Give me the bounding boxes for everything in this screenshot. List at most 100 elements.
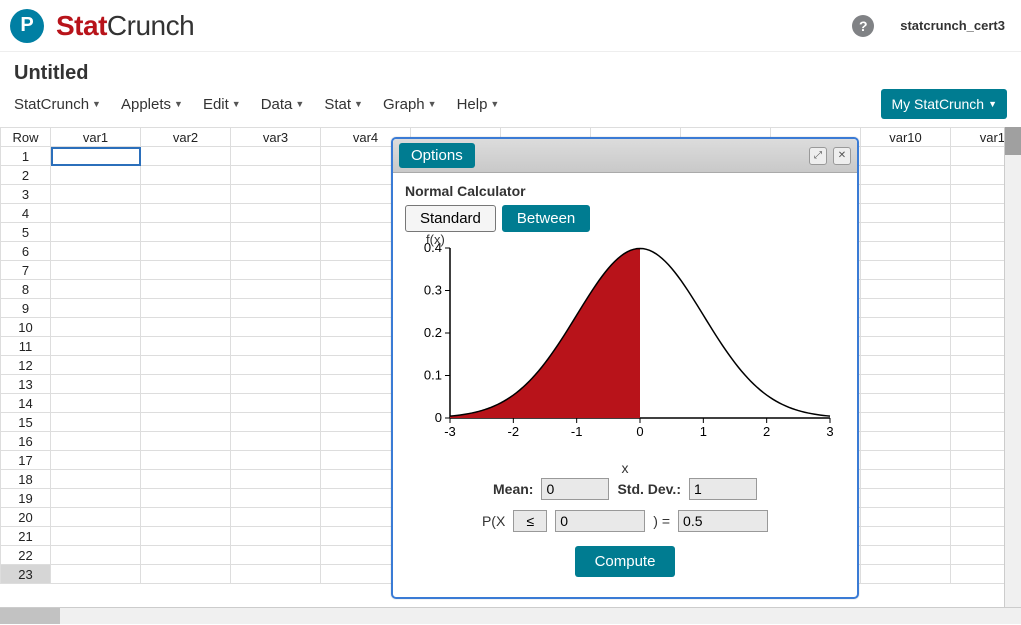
row-number[interactable]: 22 [1, 546, 51, 565]
row-number[interactable]: 3 [1, 185, 51, 204]
cell[interactable] [861, 470, 951, 489]
cell[interactable] [861, 299, 951, 318]
cell[interactable] [861, 204, 951, 223]
menu-edit[interactable]: Edit▼ [203, 96, 241, 113]
cell[interactable] [861, 489, 951, 508]
cell[interactable] [861, 223, 951, 242]
options-button[interactable]: Options [399, 143, 475, 168]
cell[interactable] [51, 318, 141, 337]
cell[interactable] [141, 204, 231, 223]
tab-between[interactable]: Between [502, 205, 590, 232]
cell[interactable] [861, 565, 951, 584]
column-header[interactable]: var2 [141, 128, 231, 147]
cell[interactable] [231, 527, 321, 546]
cell[interactable] [231, 280, 321, 299]
cell[interactable] [51, 451, 141, 470]
cell[interactable] [141, 565, 231, 584]
row-number[interactable]: 21 [1, 527, 51, 546]
cell[interactable] [861, 242, 951, 261]
row-number[interactable]: 13 [1, 375, 51, 394]
expand-icon[interactable]: ⤢ [809, 147, 827, 165]
cell[interactable] [51, 261, 141, 280]
cell[interactable] [231, 432, 321, 451]
cell[interactable] [51, 185, 141, 204]
horizontal-scrollbar[interactable] [0, 607, 1021, 624]
comparison-operator-input[interactable] [513, 510, 547, 532]
cell[interactable] [231, 318, 321, 337]
cell[interactable] [861, 432, 951, 451]
cell[interactable] [51, 489, 141, 508]
cell[interactable] [141, 527, 231, 546]
std-input[interactable] [689, 478, 757, 500]
menu-applets[interactable]: Applets▼ [121, 96, 183, 113]
cell[interactable] [231, 299, 321, 318]
cell[interactable] [141, 147, 231, 166]
cell[interactable] [141, 413, 231, 432]
row-number[interactable]: 14 [1, 394, 51, 413]
cell[interactable] [231, 470, 321, 489]
cell[interactable] [231, 413, 321, 432]
cell[interactable] [51, 394, 141, 413]
cell[interactable] [51, 375, 141, 394]
scrollbar-thumb[interactable] [1005, 127, 1021, 155]
row-number[interactable]: 16 [1, 432, 51, 451]
cell[interactable] [51, 204, 141, 223]
cell[interactable] [51, 470, 141, 489]
cell[interactable] [51, 299, 141, 318]
cell[interactable] [141, 280, 231, 299]
cell[interactable] [51, 280, 141, 299]
cell[interactable] [51, 166, 141, 185]
column-header[interactable]: var10 [861, 128, 951, 147]
cell[interactable] [861, 185, 951, 204]
cell[interactable] [141, 223, 231, 242]
cell[interactable] [231, 356, 321, 375]
cell[interactable] [861, 375, 951, 394]
cell[interactable] [141, 432, 231, 451]
cell[interactable] [231, 223, 321, 242]
compute-button[interactable]: Compute [575, 546, 676, 577]
cell[interactable] [51, 223, 141, 242]
cell[interactable] [861, 451, 951, 470]
vertical-scrollbar[interactable] [1004, 127, 1021, 607]
row-number[interactable]: 1 [1, 147, 51, 166]
cell[interactable] [141, 318, 231, 337]
cell[interactable] [51, 242, 141, 261]
cell[interactable] [231, 242, 321, 261]
tab-standard[interactable]: Standard [405, 205, 496, 232]
cell[interactable] [231, 508, 321, 527]
cell[interactable] [861, 147, 951, 166]
probability-input[interactable] [678, 510, 768, 532]
cell[interactable] [51, 546, 141, 565]
cell[interactable] [141, 394, 231, 413]
row-number[interactable]: 8 [1, 280, 51, 299]
cell[interactable] [51, 527, 141, 546]
cell[interactable] [861, 356, 951, 375]
x-value-input[interactable] [555, 510, 645, 532]
cell[interactable] [51, 508, 141, 527]
cell[interactable] [861, 337, 951, 356]
row-number[interactable]: 23 [1, 565, 51, 584]
row-number[interactable]: 7 [1, 261, 51, 280]
cell[interactable] [141, 185, 231, 204]
cell[interactable] [231, 204, 321, 223]
cell[interactable] [51, 147, 141, 166]
my-statcrunch-button[interactable]: My StatCrunch▼ [881, 89, 1007, 119]
cell[interactable] [141, 261, 231, 280]
menu-stat[interactable]: Stat▼ [324, 96, 363, 113]
cell[interactable] [141, 451, 231, 470]
cell[interactable] [861, 261, 951, 280]
username-label[interactable]: statcrunch_cert3 [900, 18, 1005, 33]
row-number[interactable]: 20 [1, 508, 51, 527]
menu-data[interactable]: Data▼ [261, 96, 305, 113]
cell[interactable] [861, 508, 951, 527]
row-number[interactable]: 12 [1, 356, 51, 375]
cell[interactable] [141, 508, 231, 527]
cell[interactable] [861, 280, 951, 299]
dialog-titlebar[interactable]: Options ⤢ ✕ [393, 139, 857, 173]
close-icon[interactable]: ✕ [833, 147, 851, 165]
cell[interactable] [141, 242, 231, 261]
cell[interactable] [141, 489, 231, 508]
column-header[interactable]: var1 [51, 128, 141, 147]
menu-graph[interactable]: Graph▼ [383, 96, 437, 113]
cell[interactable] [231, 375, 321, 394]
